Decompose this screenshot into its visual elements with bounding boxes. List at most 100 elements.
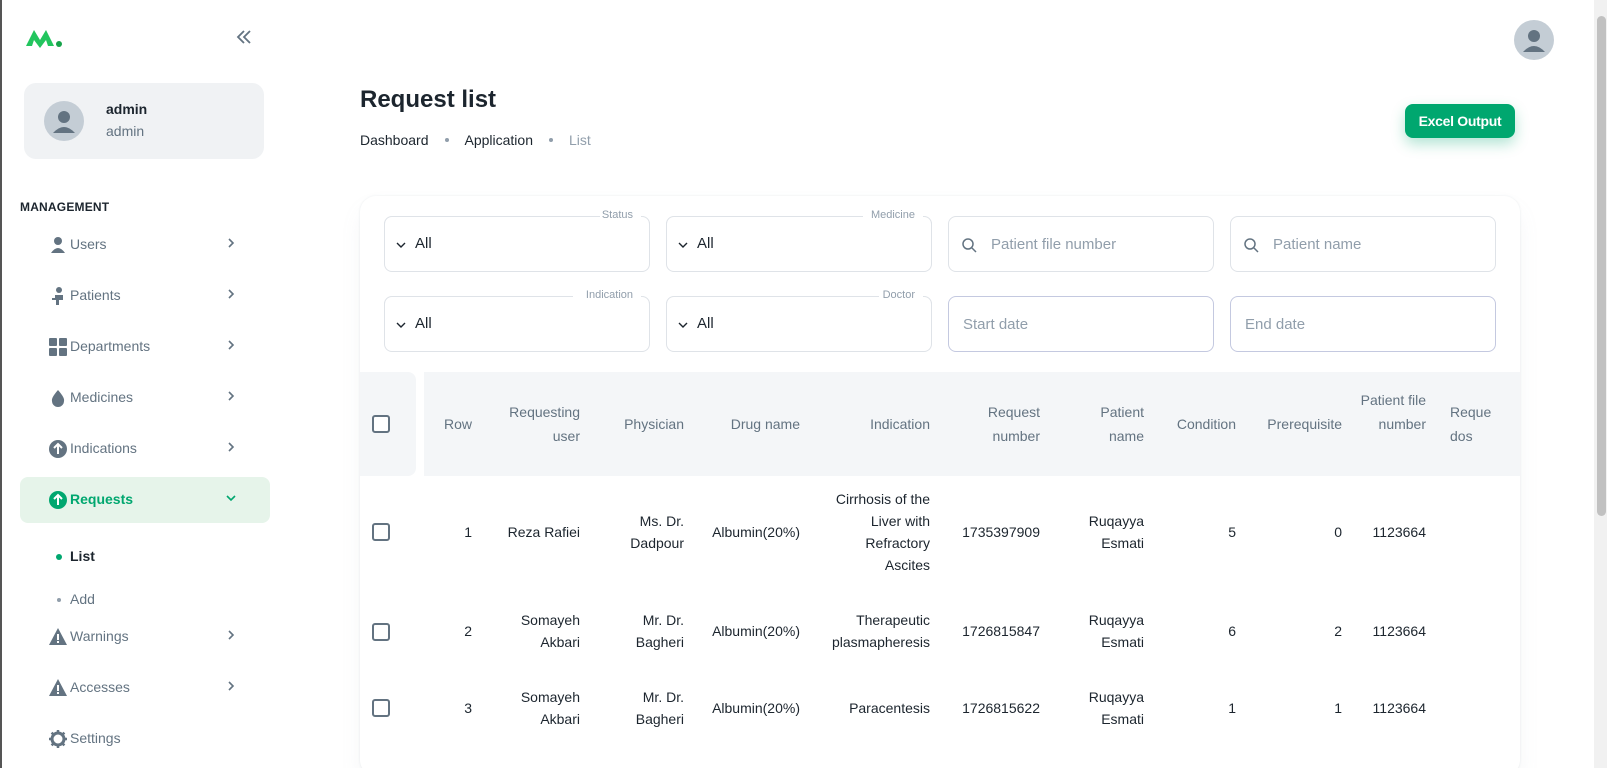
doctor-label: Doctor [880,289,917,301]
cell-patient-file-number: 1123664 [1372,623,1426,639]
th-condition[interactable]: Condition [1160,412,1236,436]
cell-physician: Mr. Dr. Bagheri [635,612,684,650]
sidebar-item-indications[interactable]: Indications [20,426,270,472]
doctor-select[interactable]: Doctor All [666,289,932,352]
account-card[interactable]: admin admin [24,83,264,159]
th-requesting-user[interactable]: Requesting user [500,400,580,448]
cell-condition: 5 [1228,524,1236,540]
row-checkbox[interactable] [372,623,390,641]
drop-icon [48,388,68,408]
page-title: Request list [360,86,497,113]
page-scrollbar[interactable] [1594,0,1607,768]
select-all-checkbox[interactable] [372,415,390,433]
sidebar-item-accesses[interactable]: Accesses [20,665,270,711]
end-date-input[interactable] [1231,297,1495,351]
th-row[interactable]: Row [432,412,472,436]
grid-icon [48,337,68,357]
chevron-right-icon [224,389,238,403]
cell-request-number: 1726815622 [962,700,1040,716]
breadcrumb-separator [549,138,553,142]
cell-patient-name: Ruqayya Esmati [1088,612,1144,650]
indication-label: Indication [583,289,635,301]
status-select[interactable]: Status All [384,209,650,272]
arrow-up-circle-icon [48,439,68,459]
select-all-cell [360,372,416,476]
sidebar-item-label: Medicines [70,389,134,405]
breadcrumb-application[interactable]: Application [465,132,534,148]
sidebar-item-settings[interactable]: Settings [20,716,270,762]
medicine-select[interactable]: Medicine All [666,209,932,272]
cell-drug-name: Albumin(20%) [712,623,800,639]
cell-row: 3 [464,700,472,716]
status-label: Status [599,209,635,221]
sidebar-item-label: Settings [70,730,121,746]
row-checkbox[interactable] [372,523,390,541]
medicine-value: All [697,235,714,252]
account-role: admin [106,123,145,139]
sidebar-item-warnings[interactable]: Warnings [20,614,270,660]
cell-prerequisite: 0 [1334,524,1342,540]
th-patient-file-number[interactable]: Patient file number [1360,388,1426,436]
chevron-down-icon [395,238,407,250]
patient-name-field[interactable] [1230,216,1496,272]
patient-file-number-field[interactable] [948,216,1214,272]
start-date-field[interactable] [948,296,1214,352]
cell-row: 1 [464,524,472,540]
sidebar-subitem-label: List [70,548,95,564]
breadcrumb: Dashboard Application List [360,132,591,148]
th-prerequisite[interactable]: Prerequisite [1250,412,1342,436]
cell-patient-file-number: 1123664 [1372,700,1426,716]
row-checkbox[interactable] [372,699,390,717]
breadcrumb-list: List [569,132,591,148]
account-name: admin [106,101,148,117]
sidebar-item-label: Patients [70,287,121,303]
cell-condition: 6 [1228,623,1236,639]
start-date-input[interactable] [949,297,1213,351]
cell-indication: Paracentesis [849,700,930,716]
arrow-up-circle-icon [48,490,68,510]
th-indication[interactable]: Indication [820,412,930,436]
cell-physician: Ms. Dr. Dadpour [630,513,684,551]
indication-select[interactable]: Indication All [384,289,650,352]
patient-icon [48,286,68,306]
cell-drug-name: Albumin(20%) [712,700,800,716]
cell-physician: Mr. Dr. Bagheri [635,689,684,727]
breadcrumb-dashboard[interactable]: Dashboard [360,132,429,148]
cell-request-number: 1735397909 [962,524,1040,540]
end-date-field[interactable] [1230,296,1496,352]
th-patient-name[interactable]: Patient name [1080,400,1144,448]
avatar [44,101,84,141]
doctor-value: All [697,315,714,332]
sidebar-item-medicines[interactable]: Medicines [20,375,270,421]
patient-name-input[interactable] [1231,217,1495,271]
table-header: Row Requesting user Physician Drug name … [360,372,1520,476]
indication-value: All [415,315,432,332]
user-avatar[interactable] [1514,20,1554,60]
th-request-number[interactable]: Request number [960,400,1040,448]
sidebar-item-users[interactable]: Users [20,222,270,268]
cell-requesting-user: Somayeh Akbari [520,689,580,727]
sidebar-item-label: Warnings [70,628,129,644]
inactive-dot [57,598,61,602]
request-list-card: Status All Medicine All Indication All D… [360,196,1520,768]
cell-patient-name: Ruqayya Esmati [1088,689,1144,727]
sidebar-item-departments[interactable]: Departments [20,324,270,370]
th-requested-dose[interactable]: Reque dos [1450,400,1500,448]
cell-requesting-user: Reza Rafiei [507,524,580,540]
chevron-right-icon [224,338,238,352]
scrollbar-thumb[interactable] [1597,16,1606,516]
chevron-down-icon [395,318,407,330]
collapse-sidebar-icon[interactable] [232,27,256,51]
warning-icon [48,627,68,647]
th-drug-name[interactable]: Drug name [700,412,800,436]
app-logo[interactable] [24,26,64,50]
cell-indication: Cirrhosis of the Liver with Refractory A… [835,491,930,573]
sidebar-item-requests[interactable]: Requests [20,477,270,523]
cell-patient-file-number: 1123664 [1372,524,1426,540]
patient-file-number-input[interactable] [949,217,1213,271]
th-physician[interactable]: Physician [600,412,684,436]
gear-icon [48,729,68,749]
excel-output-button[interactable]: Excel Output [1405,104,1515,138]
sidebar-item-patients[interactable]: Patients [20,273,270,319]
sidebar-item-label: Requests [70,491,134,507]
